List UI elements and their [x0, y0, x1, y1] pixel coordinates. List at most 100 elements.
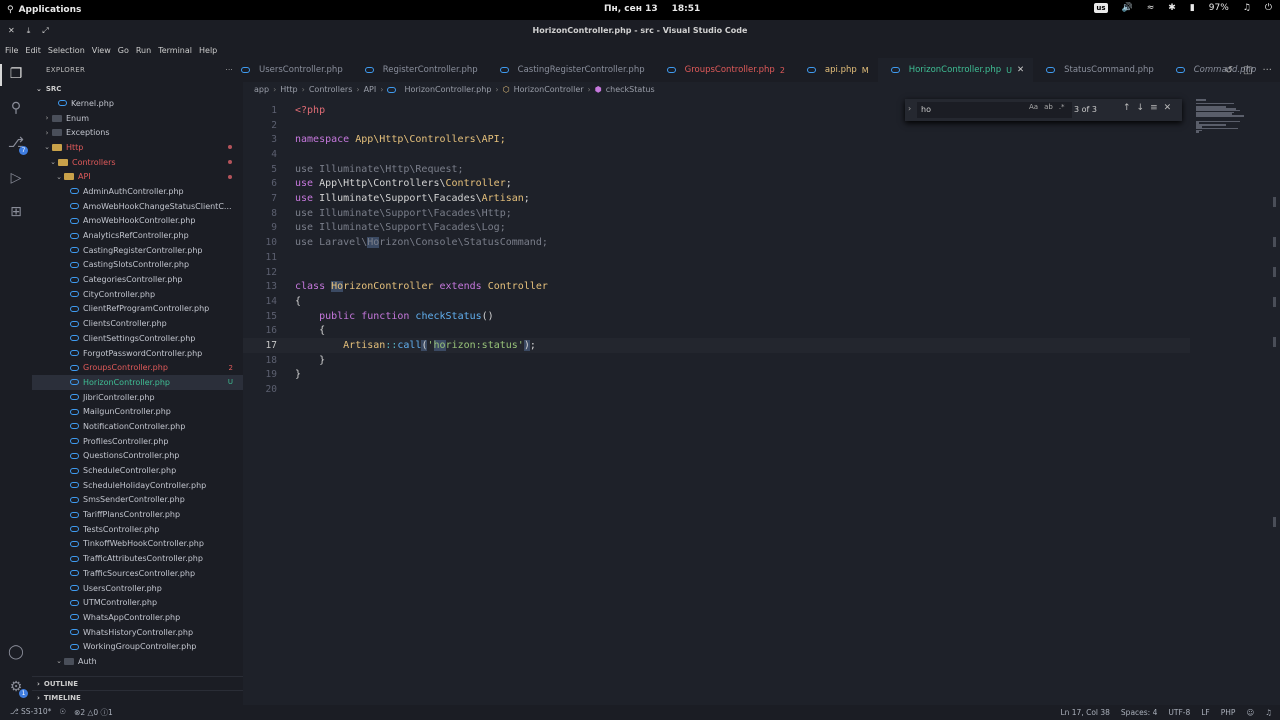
file-item[interactable]: ProfilesController.php: [32, 434, 243, 449]
window-titlebar[interactable]: ✕ ⤓ ⤢ HorizonController.php - src - Visu…: [0, 20, 1280, 42]
previous-match-icon[interactable]: ↑: [1123, 103, 1131, 113]
folder-item[interactable]: ⌄ Http: [32, 140, 243, 155]
file-item[interactable]: WorkingGroupController.php: [32, 639, 243, 654]
file-item[interactable]: ClientSettingsController.php: [32, 331, 243, 346]
tab-statuscommand-php[interactable]: StatusCommand.php: [1033, 58, 1163, 82]
find-in-selection-icon[interactable]: ≡: [1150, 103, 1158, 113]
close-tab-icon[interactable]: ✕: [1017, 65, 1024, 75]
file-item[interactable]: CastingRegisterController.php: [32, 243, 243, 258]
sync-icon[interactable]: ☉: [59, 707, 66, 718]
file-item[interactable]: TariffPlansController.php: [32, 507, 243, 522]
search-icon[interactable]: ⚲: [7, 99, 25, 117]
file-item[interactable]: CastingSlotsController.php: [32, 258, 243, 273]
next-match-icon[interactable]: ↓: [1137, 103, 1145, 113]
indentation[interactable]: Spaces: 4: [1121, 708, 1157, 717]
feedback-icon[interactable]: ☺: [1246, 708, 1254, 717]
notifications-bell-icon[interactable]: ♫: [1265, 708, 1272, 717]
file-item[interactable]: CategoriesController.php: [32, 272, 243, 287]
menu-item-terminal[interactable]: Terminal: [158, 46, 192, 55]
system-tray[interactable]: us 🔊 ≈ ✱ ▮ 97% ♫ ⏻: [1094, 3, 1272, 13]
file-item[interactable]: ScheduleController.php: [32, 463, 243, 478]
breadcrumb-item[interactable]: Controllers: [309, 85, 353, 94]
file-item[interactable]: MailgunController.php: [32, 404, 243, 419]
language-mode[interactable]: PHP: [1221, 708, 1236, 717]
branch-indicator[interactable]: ⎇ SS-310*: [10, 707, 51, 718]
volume-icon[interactable]: 🔊: [1122, 3, 1133, 13]
file-item[interactable]: ClientsController.php: [32, 316, 243, 331]
file-item[interactable]: HorizonController.php U: [32, 375, 243, 390]
tab-userscontroller-php[interactable]: UsersController.php: [228, 58, 352, 82]
folder-item[interactable]: › Exceptions: [32, 125, 243, 140]
bluetooth-off-icon[interactable]: ✱: [1168, 3, 1176, 13]
file-item[interactable]: SmsSenderController.php: [32, 493, 243, 508]
file-item[interactable]: CityController.php: [32, 287, 243, 302]
match-case-toggle[interactable]: Aa: [1029, 103, 1038, 111]
open-changes-icon[interactable]: ↺: [1225, 65, 1233, 76]
file-item[interactable]: AmoWebHookController.php: [32, 214, 243, 229]
menu-item-edit[interactable]: Edit: [25, 46, 41, 55]
split-editor-icon[interactable]: ◫: [1243, 65, 1252, 76]
power-icon[interactable]: ⏻: [1265, 3, 1272, 13]
battery-icon[interactable]: ▮: [1190, 3, 1195, 13]
applications-menu[interactable]: ⚲ Applications: [0, 5, 81, 15]
menu-item-help[interactable]: Help: [199, 46, 217, 55]
file-item[interactable]: WhatsAppController.php: [32, 610, 243, 625]
end-of-line[interactable]: LF: [1201, 708, 1210, 717]
file-item[interactable]: ClientRefProgramController.php: [32, 302, 243, 317]
menu-item-selection[interactable]: Selection: [48, 46, 85, 55]
file-item[interactable]: ForgotPasswordController.php: [32, 346, 243, 361]
file-item[interactable]: AdminAuthController.php: [32, 184, 243, 199]
extensions-icon[interactable]: ⊞: [7, 203, 25, 221]
breadcrumb-item[interactable]: API: [364, 85, 377, 94]
tab-api-php[interactable]: api.php M: [794, 58, 878, 82]
file-item[interactable]: AmoWebHookChangeStatusClientC...: [32, 199, 243, 214]
workspace-root[interactable]: ⌄ SRC: [32, 82, 243, 96]
timeline-section[interactable]: › TIMELINE: [32, 690, 243, 704]
file-item[interactable]: UsersController.php: [32, 581, 243, 596]
file-item[interactable]: UTMController.php: [32, 595, 243, 610]
regex-toggle[interactable]: .*: [1059, 103, 1065, 111]
wifi-icon[interactable]: ≈: [1147, 3, 1155, 13]
file-item[interactable]: QuestionsController.php: [32, 449, 243, 464]
explorer-files-icon[interactable]: ❐: [7, 65, 25, 83]
account-icon[interactable]: ◯: [7, 643, 25, 661]
tab-castingregistercontroller-php[interactable]: CastingRegisterController.php: [487, 58, 654, 82]
keyboard-layout-indicator[interactable]: us: [1094, 3, 1108, 13]
encoding[interactable]: UTF-8: [1168, 708, 1190, 717]
file-item[interactable]: WhatsHistoryController.php: [32, 625, 243, 640]
menu-item-go[interactable]: Go: [118, 46, 129, 55]
menu-item-view[interactable]: View: [92, 46, 111, 55]
folder-item[interactable]: ⌄ API: [32, 169, 243, 184]
breadcrumb-item[interactable]: HorizonController.php: [404, 85, 491, 94]
menu-item-run[interactable]: Run: [136, 46, 151, 55]
menu-item-file[interactable]: File: [5, 46, 18, 55]
run-debug-icon[interactable]: ▷: [7, 169, 25, 187]
file-item[interactable]: ScheduleHolidayController.php: [32, 478, 243, 493]
tab-groupscontroller-php[interactable]: GroupsController.php 2: [654, 58, 794, 82]
file-item[interactable]: NotificationController.php: [32, 419, 243, 434]
close-icon[interactable]: ✕: [1164, 103, 1172, 113]
tab-horizoncontroller-php[interactable]: HorizonController.php U ✕: [877, 58, 1034, 82]
file-item[interactable]: TestsController.php: [32, 522, 243, 537]
whole-word-toggle[interactable]: ab: [1044, 103, 1053, 111]
more-actions-icon[interactable]: ···: [1262, 65, 1272, 76]
folder-item[interactable]: ⌄ Auth: [32, 654, 243, 669]
clock[interactable]: Пн, сен 13 18:51: [604, 4, 700, 14]
breadcrumb-item[interactable]: Http: [280, 85, 297, 94]
file-item[interactable]: GroupsController.php 2: [32, 360, 243, 375]
cursor-position[interactable]: Ln 17, Col 38: [1060, 708, 1109, 717]
file-item[interactable]: TrafficAttributesController.php: [32, 551, 243, 566]
breadcrumb-item[interactable]: app: [254, 85, 269, 94]
folder-item[interactable]: ⌄ Controllers: [32, 155, 243, 170]
breadcrumb-item[interactable]: HorizonController: [514, 85, 584, 94]
minimap[interactable]: [1190, 97, 1280, 705]
file-item[interactable]: TrafficSourcesController.php: [32, 566, 243, 581]
notifications-icon[interactable]: ♫: [1243, 3, 1251, 13]
toggle-replace-icon[interactable]: ›: [908, 104, 911, 113]
folder-item[interactable]: › Enum: [32, 111, 243, 126]
file-item[interactable]: TinkoffWebHookController.php: [32, 537, 243, 552]
file-item[interactable]: JibriController.php: [32, 390, 243, 405]
outline-section[interactable]: › OUTLINE: [32, 676, 243, 690]
file-item[interactable]: Kernel.php: [32, 96, 243, 111]
file-item[interactable]: AnalyticsRefController.php: [32, 228, 243, 243]
